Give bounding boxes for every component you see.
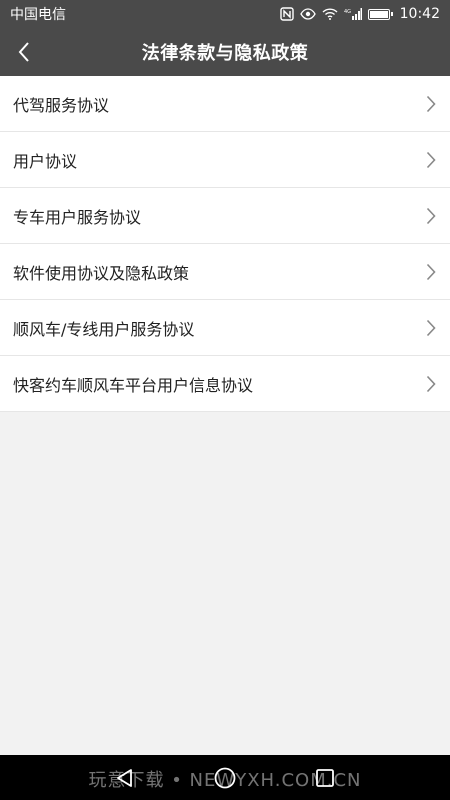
list-item-premier-user-agreement[interactable]: 专车用户服务协议 xyxy=(0,188,450,244)
list-item-label: 快客约车顺风车平台用户信息协议 xyxy=(13,375,254,395)
page-title: 法律条款与隐私政策 xyxy=(141,43,309,64)
clock: 10:42 xyxy=(399,6,440,22)
wifi-icon xyxy=(322,8,338,20)
status-bar: 中国电信 4G 10:42 xyxy=(0,0,450,28)
chevron-right-icon xyxy=(426,151,436,169)
list-item-label: 专车用户服务协议 xyxy=(13,207,142,227)
list-item-label: 代驾服务协议 xyxy=(13,95,110,115)
nfc-icon xyxy=(279,7,294,21)
status-icons: 4G 10:42 xyxy=(279,6,440,22)
policy-list: 代驾服务协议 用户协议 专车用户服务协议 软件使用协议及隐私政策 顺风车/专线用… xyxy=(0,76,450,412)
chevron-right-icon xyxy=(426,375,436,393)
list-item-user-info-agreement[interactable]: 快客约车顺风车平台用户信息协议 xyxy=(0,356,450,412)
chevron-right-icon xyxy=(426,263,436,281)
nav-back-icon[interactable] xyxy=(112,765,138,791)
chevron-right-icon xyxy=(426,207,436,225)
battery-icon xyxy=(367,8,393,20)
chevron-right-icon xyxy=(426,95,436,113)
nav-recent-icon[interactable] xyxy=(312,765,338,791)
signal-icon: 4G xyxy=(344,8,362,20)
eye-icon xyxy=(299,8,316,20)
chevron-left-icon xyxy=(18,42,29,62)
back-button[interactable] xyxy=(6,34,42,70)
app-screen: 中国电信 4G 10:42 法律条款与隐私政策 代驾服务协议 用户协议 专车用户… xyxy=(0,0,450,800)
nav-home-icon[interactable] xyxy=(212,765,238,791)
list-item-software-privacy[interactable]: 软件使用协议及隐私政策 xyxy=(0,244,450,300)
signal-label: 4G xyxy=(344,9,351,15)
system-nav-bar xyxy=(0,755,450,800)
list-item-label: 用户协议 xyxy=(13,151,78,171)
list-item-user-agreement[interactable]: 用户协议 xyxy=(0,132,450,188)
list-item-label: 顺风车/专线用户服务协议 xyxy=(13,319,195,339)
list-item-carpool-agreement[interactable]: 顺风车/专线用户服务协议 xyxy=(0,300,450,356)
list-item-label: 软件使用协议及隐私政策 xyxy=(13,263,190,283)
chevron-right-icon xyxy=(426,319,436,337)
header: 法律条款与隐私政策 xyxy=(0,28,450,76)
carrier-label: 中国电信 xyxy=(10,7,66,23)
list-item-daijia-agreement[interactable]: 代驾服务协议 xyxy=(0,76,450,132)
